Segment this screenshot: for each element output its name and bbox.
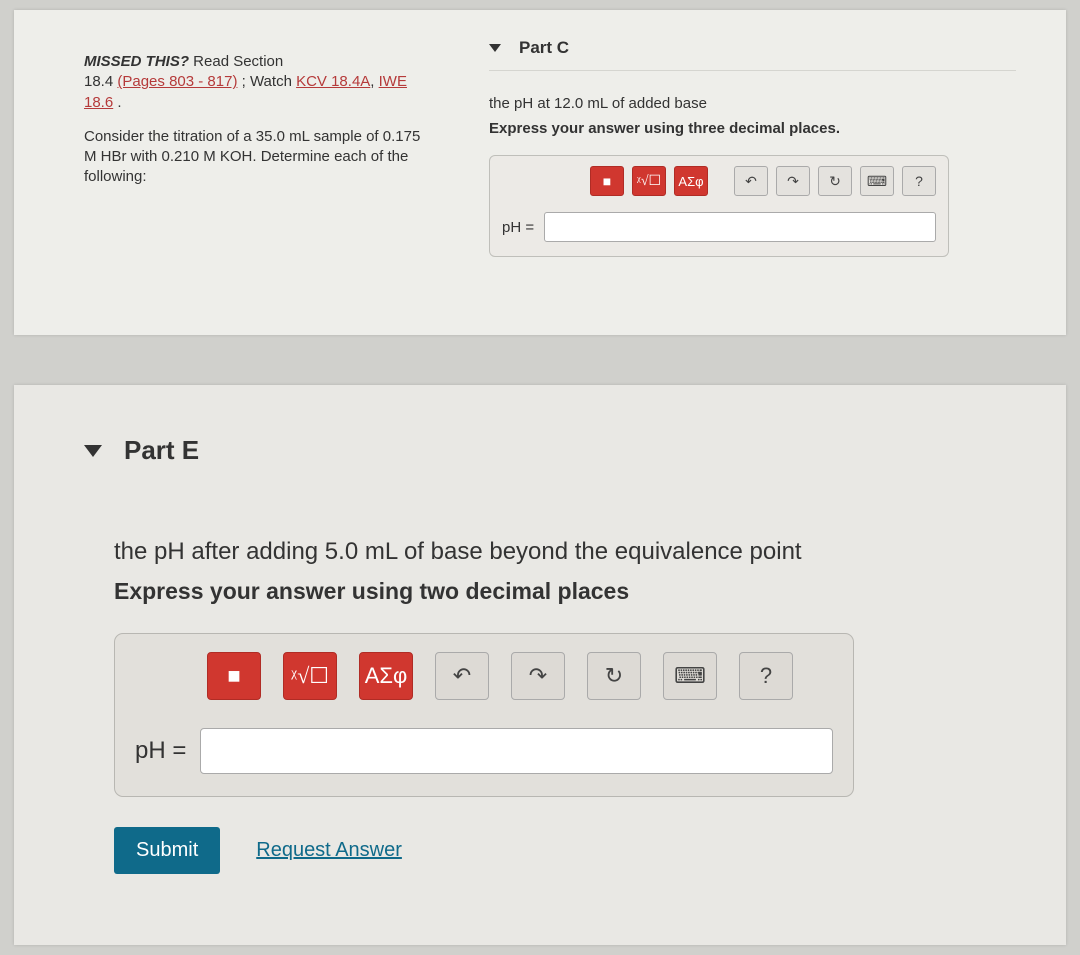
templates-button[interactable]: ■ [590, 166, 624, 196]
reset-button[interactable]: ↻ [818, 166, 852, 196]
watch-prefix: ; Watch [237, 73, 296, 90]
answer-label-c: pH = [502, 219, 534, 236]
period: . [113, 94, 121, 111]
undo-button[interactable]: ↶ [435, 652, 489, 700]
toolbar-e: ■ ᵡ√☐ ΑΣφ ↶ ↷ ↻ ⌨ ? [135, 652, 833, 700]
part-c-instruction: Express your answer using three decimal … [489, 120, 1016, 137]
part-e-instruction: Express your answer using two decimal pl… [114, 578, 1006, 605]
math-sqrt-button[interactable]: ᵡ√☐ [632, 166, 666, 196]
missed-label: MISSED THIS? [84, 53, 189, 70]
part-e-question: the pH after adding 5.0 mL of base beyon… [114, 538, 1006, 566]
panel-part-e: Part E the pH after adding 5.0 mL of bas… [14, 385, 1066, 945]
keyboard-button[interactable]: ⌨ [860, 166, 894, 196]
undo-button[interactable]: ↶ [734, 166, 768, 196]
divider [489, 70, 1016, 71]
submit-button[interactable]: Submit [114, 827, 220, 874]
toolbar-c: ■ ᵡ√☐ ΑΣφ ↶ ↷ ↻ ⌨ ? [502, 166, 936, 196]
panel-part-c: MISSED THIS? Read Section 18.4 (Pages 80… [14, 10, 1066, 335]
part-c-question: the pH at 12.0 mL of added base [489, 95, 1016, 112]
submit-row: Submit Request Answer [114, 827, 1006, 874]
answer-label-e: pH = [135, 737, 186, 765]
part-c-area: Part C the pH at 12.0 mL of added base E… [459, 10, 1066, 335]
answer-row-e: pH = [135, 728, 833, 774]
answer-box-c: ■ ᵡ√☐ ΑΣφ ↶ ↷ ↻ ⌨ ? pH = [489, 155, 949, 257]
redo-button[interactable]: ↷ [511, 652, 565, 700]
answer-row-c: pH = [502, 212, 936, 242]
reset-button[interactable]: ↻ [587, 652, 641, 700]
pages-link[interactable]: (Pages 803 - 817) [117, 73, 237, 90]
section-reference: 18.4 (Pages 803 - 817) ; Watch KCV 18.4A… [84, 72, 431, 113]
greek-button[interactable]: ΑΣφ [359, 652, 413, 700]
read-section-text: Read Section [189, 53, 283, 70]
caret-down-icon [489, 44, 501, 52]
templates-button[interactable]: ■ [207, 652, 261, 700]
answer-input-e[interactable] [200, 728, 833, 774]
part-e-header[interactable]: Part E [84, 435, 1006, 466]
help-button[interactable]: ? [739, 652, 793, 700]
part-c-title: Part C [519, 38, 569, 58]
redo-button[interactable]: ↷ [776, 166, 810, 196]
part-c-header[interactable]: Part C [489, 38, 1016, 66]
watch-sep: , [370, 73, 378, 90]
greek-button[interactable]: ΑΣφ [674, 166, 708, 196]
watch-link-kcv[interactable]: KCV 18.4A [296, 73, 370, 90]
problem-statement: Consider the titration of a 35.0 mL samp… [84, 127, 431, 188]
keyboard-button[interactable]: ⌨ [663, 652, 717, 700]
caret-down-icon [84, 445, 102, 457]
help-button[interactable]: ? [902, 166, 936, 196]
part-e-title: Part E [124, 435, 199, 466]
answer-box-e: ■ ᵡ√☐ ΑΣφ ↶ ↷ ↻ ⌨ ? pH = [114, 633, 854, 797]
problem-sidebar: MISSED THIS? Read Section 18.4 (Pages 80… [14, 10, 459, 335]
math-sqrt-button[interactable]: ᵡ√☐ [283, 652, 337, 700]
missed-this-heading: MISSED THIS? Read Section [84, 52, 431, 72]
section-number: 18.4 [84, 73, 117, 90]
answer-input-c[interactable] [544, 212, 936, 242]
request-answer-link[interactable]: Request Answer [256, 839, 402, 862]
